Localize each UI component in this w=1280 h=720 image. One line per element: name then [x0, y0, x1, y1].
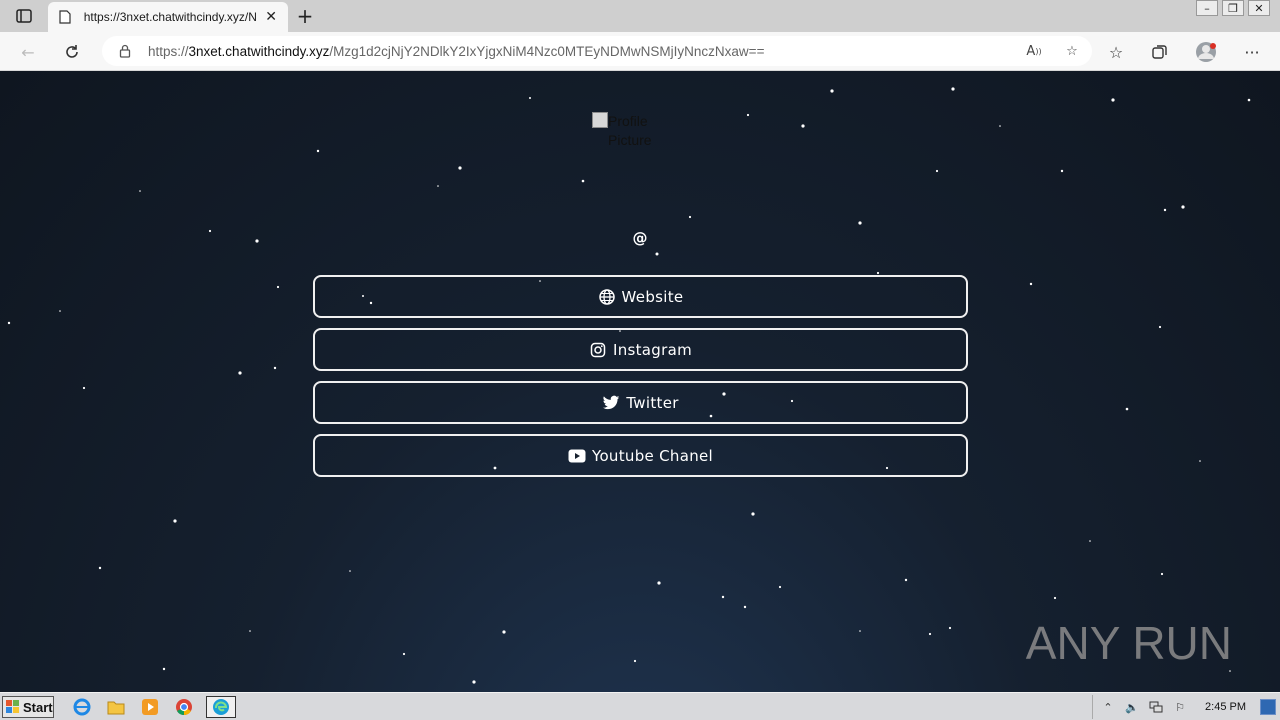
add-favorite-icon[interactable]: ☆: [1062, 40, 1082, 62]
edge-icon[interactable]: [206, 696, 236, 718]
profile-handle: @: [632, 229, 648, 247]
network-icon[interactable]: [1147, 699, 1165, 715]
tab-title: https://3nxet.chatwithcindy.xyz/N: [83, 10, 257, 24]
instagram-icon: [589, 341, 607, 359]
website-link-button[interactable]: Website: [313, 275, 968, 318]
start-label: Start: [23, 699, 53, 715]
url-prefix: https://: [148, 43, 189, 59]
address-bar-icons: A)) ☆: [1024, 40, 1082, 62]
profile-picture: Profile Picture: [592, 112, 662, 152]
url-host: 3nxet.chatwithcindy.xyz: [188, 43, 330, 59]
globe-icon: [598, 288, 616, 306]
profile-alt-text: Profile Picture: [608, 113, 652, 148]
action-center-flag-icon[interactable]: ⚐: [1171, 699, 1189, 715]
show-desktop-button[interactable]: [1260, 699, 1276, 715]
instagram-link-label: Instagram: [612, 340, 692, 359]
back-button[interactable]: ←: [16, 40, 40, 64]
collections-icon[interactable]: [1148, 40, 1172, 64]
twitter-link-label: Twitter: [626, 393, 679, 412]
media-player-icon[interactable]: [138, 696, 162, 718]
twitter-icon: [602, 394, 620, 412]
youtube-icon: [568, 447, 586, 465]
broken-image-icon: [592, 112, 608, 128]
youtube-link-button[interactable]: Youtube Chanel: [313, 434, 968, 477]
more-menu-icon[interactable]: ···: [1240, 40, 1264, 64]
file-explorer-icon[interactable]: [104, 696, 128, 718]
restore-button[interactable]: ❐: [1222, 0, 1244, 16]
chrome-icon[interactable]: [172, 696, 196, 718]
twitter-link-button[interactable]: Twitter: [313, 381, 968, 424]
watermark-text: ANY RUN: [1025, 617, 1232, 669]
address-bar[interactable]: https://3nxet.chatwithcindy.xyz/Mzg1d2cj…: [102, 36, 1092, 66]
start-button[interactable]: Start: [2, 696, 54, 718]
url-text: https://3nxet.chatwithcindy.xyz/Mzg1d2cj…: [148, 44, 764, 59]
tab-strip: https://3nxet.chatwithcindy.xyz/N ✕ + – …: [0, 0, 1280, 32]
profile-avatar[interactable]: [1194, 40, 1218, 64]
window-close-button[interactable]: ✕: [1248, 0, 1270, 16]
lock-icon[interactable]: [118, 43, 132, 59]
url-path: /Mzg1d2cjNjY2NDlkY2IxYjgxNiM4Nzc0MTEyNDM…: [329, 43, 765, 59]
favorites-icon[interactable]: ☆: [1104, 40, 1128, 64]
instagram-link-button[interactable]: Instagram: [313, 328, 968, 371]
link-list: Website Instagram Twitter Youtube Chanel: [313, 275, 968, 487]
browser-toolbar: ← https://3nxet.chatwithcindy.xyz/Mzg1d2…: [0, 32, 1280, 71]
window-controls: – ❐ ✕: [1196, 0, 1270, 16]
youtube-link-label: Youtube Chanel: [591, 446, 714, 465]
page-viewport: Profile Picture @ Website Instagram Twit…: [0, 71, 1280, 692]
refresh-button[interactable]: [60, 40, 84, 64]
close-tab-icon[interactable]: ✕: [264, 9, 278, 25]
system-tray: ⌃ 🔈 ⚐ 2:45 PM: [1092, 695, 1280, 719]
anyrun-watermark: ANY RUN: [1026, 616, 1232, 670]
taskbar-apps: [70, 696, 236, 718]
taskbar-clock: 2:45 PM: [1205, 701, 1246, 713]
website-link-label: Website: [621, 287, 684, 306]
page-icon: [58, 9, 72, 25]
windows-logo-icon: [6, 700, 19, 713]
tray-expand-icon[interactable]: ⌃: [1099, 699, 1117, 715]
tab-actions-icon[interactable]: [10, 6, 38, 26]
minimize-button[interactable]: –: [1196, 0, 1218, 16]
volume-icon[interactable]: 🔈: [1123, 699, 1141, 715]
internet-explorer-icon[interactable]: [70, 696, 94, 718]
read-aloud-icon[interactable]: A)): [1024, 40, 1044, 62]
new-tab-button[interactable]: +: [294, 4, 316, 28]
browser-tab[interactable]: https://3nxet.chatwithcindy.xyz/N ✕: [48, 2, 288, 32]
windows-taskbar: Start ⌃ 🔈 ⚐ 2:45 PM: [0, 692, 1280, 720]
